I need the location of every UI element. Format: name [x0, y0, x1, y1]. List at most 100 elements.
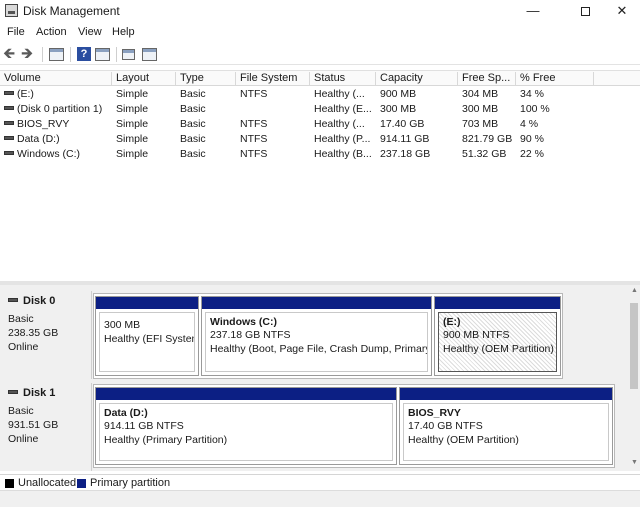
menu-file[interactable]: File: [7, 26, 25, 38]
title-bar: Disk Management — ✕: [0, 0, 640, 22]
scroll-up-icon[interactable]: ▲: [631, 287, 638, 294]
maximize-button[interactable]: [562, 0, 608, 22]
cell-status: Healthy (P...: [314, 133, 371, 145]
cell-percent-free: 4 %: [520, 118, 539, 130]
cell-volume: (Disk 0 partition 1): [17, 103, 103, 115]
primary-partition-bar: [400, 388, 612, 400]
cell-file-system: NTFS: [240, 148, 268, 160]
cell-status: Healthy (E...: [314, 103, 372, 115]
toolbar-separator: [70, 47, 71, 62]
menu-view[interactable]: View: [78, 26, 102, 38]
cell-percent-free: 90 %: [520, 133, 544, 145]
toolbar-separator: [42, 47, 43, 62]
disk-state: Online: [8, 341, 39, 353]
cell-free-space: 304 MB: [462, 88, 499, 100]
partition-title: Windows (C:): [210, 316, 277, 328]
disk-icon: [8, 390, 18, 394]
partition-size: 300 MB: [104, 319, 141, 331]
partition-e[interactable]: (E:) 900 MB NTFS Healthy (OEM Partition): [434, 296, 561, 376]
cell-free-space: 300 MB: [462, 103, 499, 115]
table-row[interactable]: Data (D:) Simple Basic NTFS Healthy (P..…: [0, 132, 640, 147]
disk-size: 238.35 GB: [8, 327, 59, 339]
cell-capacity: 237.18 GB: [380, 148, 431, 160]
cell-type: Basic: [180, 148, 206, 160]
cell-volume: Data (D:): [17, 133, 60, 145]
column-percent-free[interactable]: % Free: [516, 72, 594, 86]
cell-free-space: 703 MB: [462, 118, 499, 130]
scrollbar-thumb[interactable]: [630, 303, 638, 389]
column-file-system[interactable]: File System: [236, 72, 310, 86]
disk-0-partitions: 300 MB Healthy (EFI System Windows (C:) …: [93, 293, 563, 379]
cell-layout: Simple: [116, 148, 149, 160]
column-type[interactable]: Type: [176, 72, 236, 86]
cell-type: Basic: [180, 88, 206, 100]
partition-data-d[interactable]: Data (D:) 914.11 GB NTFS Healthy (Primar…: [95, 387, 397, 465]
cell-status: Healthy (...: [314, 88, 365, 100]
disk-graphical-view: Disk 0 Basic 238.35 GB Online 300 MB Hea…: [0, 285, 628, 471]
list-view-icon[interactable]: [142, 48, 157, 61]
volume-icon: [4, 106, 14, 110]
cell-volume: BIOS_RVY: [17, 118, 70, 130]
menu-bar: File Action View Help: [0, 24, 640, 42]
cell-percent-free: 22 %: [520, 148, 544, 160]
primary-partition-swatch: [77, 479, 86, 488]
partition-status: Healthy (OEM Partition): [408, 434, 519, 446]
console-icon[interactable]: [95, 48, 110, 61]
toolbar-separator: [116, 47, 117, 62]
disk-type: Basic: [8, 405, 34, 417]
cell-capacity: 17.40 GB: [380, 118, 425, 130]
volume-list-header: Volume Layout Type File System Status Ca…: [0, 70, 640, 86]
menu-help[interactable]: Help: [112, 26, 135, 38]
partition-windows-c[interactable]: Windows (C:) 237.18 GB NTFS Healthy (Boo…: [201, 296, 432, 376]
disk-1-partitions: Data (D:) 914.11 GB NTFS Healthy (Primar…: [93, 384, 615, 468]
cell-file-system: NTFS: [240, 88, 268, 100]
column-volume[interactable]: Volume: [0, 72, 112, 86]
column-capacity[interactable]: Capacity: [376, 72, 458, 86]
partition-title: Data (D:): [104, 407, 148, 419]
menu-action[interactable]: Action: [36, 26, 67, 38]
cell-capacity: 300 MB: [380, 103, 417, 115]
table-row[interactable]: (E:) Simple Basic NTFS Healthy (... 900 …: [0, 87, 640, 102]
partition-efi[interactable]: 300 MB Healthy (EFI System: [95, 296, 199, 376]
cell-type: Basic: [180, 103, 206, 115]
disk-0-label[interactable]: Disk 0 Basic 238.35 GB Online: [0, 291, 92, 379]
cell-layout: Simple: [116, 88, 149, 100]
partition-status: Healthy (Boot, Page File, Crash Dump, Pr…: [210, 343, 428, 355]
partition-status: Healthy (EFI System: [104, 333, 195, 345]
primary-partition-bar: [202, 297, 431, 309]
volume-icon: [4, 151, 14, 155]
table-row[interactable]: BIOS_RVY Simple Basic NTFS Healthy (... …: [0, 117, 640, 132]
table-row[interactable]: (Disk 0 partition 1) Simple Basic Health…: [0, 102, 640, 117]
scroll-down-icon[interactable]: ▼: [631, 459, 638, 466]
legend-primary-partition: Primary partition: [90, 477, 171, 489]
cell-layout: Simple: [116, 118, 149, 130]
back-icon[interactable]: 🡸: [3, 46, 15, 62]
cell-capacity: 900 MB: [380, 88, 417, 100]
partition-status: Healthy (Primary Partition): [104, 434, 228, 446]
partition-size: 237.18 GB NTFS: [210, 329, 291, 341]
column-layout[interactable]: Layout: [112, 72, 176, 86]
partition-size: 17.40 GB NTFS: [408, 420, 483, 432]
cell-file-system: NTFS: [240, 133, 268, 145]
cell-volume: Windows (C:): [17, 148, 81, 160]
column-free-space[interactable]: Free Sp...: [458, 72, 516, 86]
properties-icon[interactable]: [49, 48, 64, 61]
legend: Unallocated Primary partition: [0, 474, 640, 490]
minimize-button[interactable]: —: [510, 0, 556, 22]
disk-type: Basic: [8, 313, 34, 325]
cell-capacity: 914.11 GB: [380, 133, 430, 145]
graphical-view-scrollbar[interactable]: ▲ ▼: [628, 285, 640, 471]
close-button[interactable]: ✕: [604, 0, 640, 22]
cell-free-space: 821.79 GB: [462, 133, 513, 145]
help-icon[interactable]: ?: [77, 47, 91, 61]
disk-name: Disk 1: [23, 387, 56, 399]
window-title: Disk Management: [23, 4, 120, 18]
disk-1-label[interactable]: Disk 1 Basic 931.51 GB Online: [0, 383, 92, 471]
toolbar: 🡸 🡺 ?: [0, 43, 640, 65]
column-status[interactable]: Status: [310, 72, 376, 86]
cell-layout: Simple: [116, 133, 149, 145]
partition-bios-rvy[interactable]: BIOS_RVY 17.40 GB NTFS Healthy (OEM Part…: [399, 387, 613, 465]
connect-icon[interactable]: [122, 49, 135, 60]
table-row[interactable]: Windows (C:) Simple Basic NTFS Healthy (…: [0, 147, 640, 162]
forward-icon[interactable]: 🡺: [21, 46, 33, 62]
